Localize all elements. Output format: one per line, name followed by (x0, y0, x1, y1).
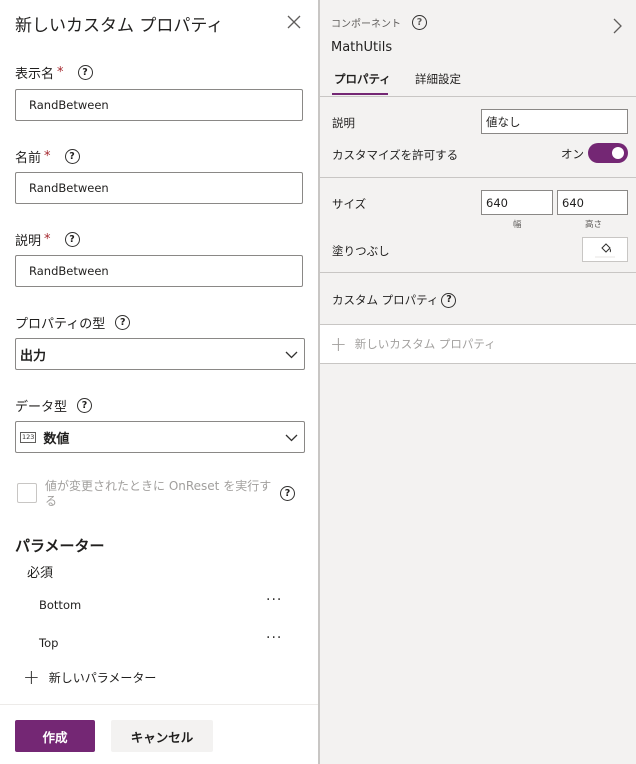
height-caption: 高さ (585, 220, 603, 230)
name-input[interactable] (15, 172, 303, 204)
display-name-input[interactable] (15, 89, 303, 121)
fill-label: 塗りつぶし (332, 244, 390, 258)
more-options-icon[interactable]: ··· (266, 630, 282, 646)
property-type-label-text: プロパティの型 (15, 317, 106, 332)
help-icon[interactable]: ? (64, 232, 80, 247)
property-type-label: プロパティの型 ? (15, 313, 131, 332)
panel-title: 新しいカスタム プロパティ (15, 16, 224, 36)
number-type-icon: 123 (20, 431, 37, 443)
help-icon[interactable]: ? (64, 149, 80, 164)
required-marker: * (57, 65, 64, 80)
data-type-label-text: データ型 (15, 400, 68, 415)
tabs-divider (320, 96, 636, 97)
new-custom-property-label: 新しいカスタム プロパティ (354, 337, 496, 351)
fill-color-picker[interactable] (582, 237, 628, 262)
close-button[interactable] (284, 12, 304, 32)
name-label-text: 名前 (15, 151, 42, 166)
more-options-icon[interactable]: ··· (266, 592, 282, 608)
new-custom-property-panel: 新しいカスタム プロパティ 表示名* ? 名前* ? 説明* ? プロパティの型… (0, 0, 318, 764)
width-caption: 幅 (513, 220, 522, 230)
description-label-text: 説明 (15, 234, 42, 249)
plus-icon: + (23, 665, 40, 689)
allow-customize-label: カスタマイズを許可する (332, 148, 459, 162)
custom-properties-label-text: カスタム プロパティ (332, 293, 439, 307)
required-marker: * (44, 232, 51, 247)
new-custom-property-button[interactable]: + 新しいカスタム プロパティ (320, 324, 636, 364)
tab-advanced[interactable]: 詳細設定 (415, 71, 461, 87)
property-type-value: 出力 (20, 348, 47, 364)
footer-divider (0, 704, 318, 705)
chevron-right-icon[interactable] (610, 17, 624, 35)
toggle-knob (612, 147, 624, 159)
data-type-label: データ型 ? (15, 396, 93, 415)
parameters-heading: パラメーター (15, 537, 105, 555)
description-input[interactable] (15, 255, 303, 287)
fill-swatch (595, 256, 615, 258)
display-name-label: 表示名 * ? (15, 63, 93, 82)
help-icon[interactable]: ? (115, 315, 131, 330)
parameter-item[interactable]: Bottom (39, 598, 81, 612)
component-properties-pane: コンポーネント ? MathUtils プロパティ 詳細設定 説明 カスタマイズ… (320, 0, 636, 764)
new-parameter-label: 新しいパラメーター (48, 670, 157, 685)
description-label: 説明 * ? (15, 230, 80, 249)
active-tab-indicator (332, 93, 388, 95)
help-icon[interactable]: ? (412, 15, 427, 30)
close-icon (287, 15, 301, 29)
help-icon[interactable]: ? (77, 65, 93, 80)
property-type-dropdown[interactable]: 出力 (15, 338, 305, 370)
help-icon[interactable]: ? (280, 486, 295, 501)
section-divider (320, 272, 636, 273)
width-input[interactable] (481, 190, 553, 215)
data-type-dropdown[interactable]: 123 数値 (15, 421, 305, 453)
component-label-text: コンポーネント (331, 19, 401, 30)
name-label: 名前 * ? (15, 147, 80, 166)
data-type-value: 数値 (43, 431, 70, 447)
new-parameter-button[interactable]: + 新しいパラメーター (23, 667, 156, 687)
component-name: MathUtils (331, 40, 393, 55)
on-reset-checkbox[interactable] (17, 483, 37, 503)
required-marker: * (44, 149, 51, 164)
paint-bucket-icon (601, 243, 611, 253)
plus-icon: + (330, 332, 347, 356)
description-label: 説明 (332, 116, 355, 130)
chevron-down-icon (285, 434, 298, 442)
section-divider (320, 177, 636, 178)
create-button[interactable]: 作成 (15, 720, 95, 752)
chevron-down-icon (285, 351, 298, 359)
required-heading: 必須 (27, 566, 54, 581)
on-reset-label: 値が変更されたときに OnReset を実行する (45, 479, 272, 508)
allow-customize-toggle[interactable] (588, 143, 628, 163)
description-input[interactable] (481, 109, 628, 134)
size-label: サイズ (332, 197, 367, 211)
component-label: コンポーネント ? (331, 15, 427, 30)
toggle-state-text: オン (561, 147, 584, 161)
height-input[interactable] (557, 190, 628, 215)
custom-properties-label: カスタム プロパティ ? (332, 292, 457, 308)
parameter-item[interactable]: Top (39, 636, 58, 650)
tab-properties[interactable]: プロパティ (334, 71, 391, 87)
display-name-label-text: 表示名 (15, 67, 55, 82)
help-icon[interactable]: ? (441, 292, 457, 308)
help-icon[interactable]: ? (77, 398, 93, 413)
cancel-button[interactable]: キャンセル (111, 720, 213, 752)
